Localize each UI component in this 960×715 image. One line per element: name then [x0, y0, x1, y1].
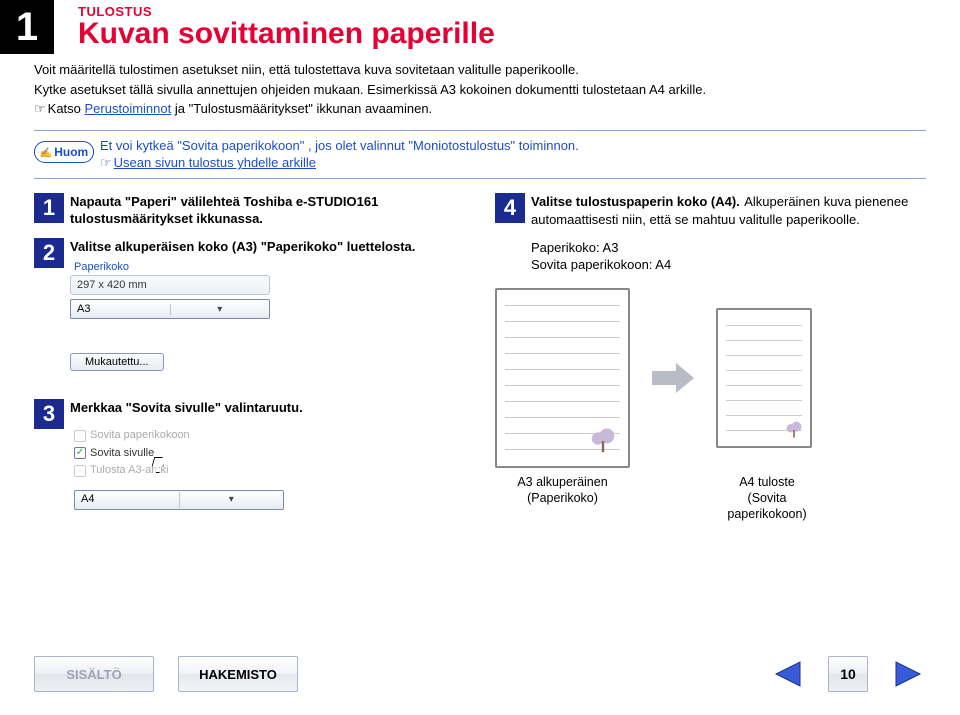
checkbox-icon[interactable]: [74, 430, 86, 442]
paperikoko-panel: Paperikoko 297 x 420 mm A3 ▾ Mukautettu.…: [70, 261, 320, 371]
contents-button[interactable]: SISÄLTÖ: [34, 656, 154, 692]
tree-icon: [784, 420, 804, 440]
hand-icon: ☞: [100, 154, 114, 172]
step-4-text: Valitse tulostuspaperin koko (A4).: [531, 194, 740, 209]
chevron-down-icon: ▾: [179, 492, 284, 508]
intro-p3-suffix: ja "Tulostusmääritykset" ikkunan avaamin…: [171, 101, 432, 116]
step-4-number: 4: [495, 193, 525, 223]
a4-sheet-icon: [716, 308, 812, 448]
step-2-text: Valitse alkuperäisen koko (A3) "Paperiko…: [70, 238, 465, 256]
intro-p2: Kytke asetukset tällä sivulla annettujen…: [34, 81, 926, 99]
intro-p3: ☞Katso Perustoiminnot ja "Tulostusmäärit…: [34, 100, 926, 118]
opt-tulosta-a3: Tulosta A3-arkki: [74, 462, 296, 480]
tree-icon: [588, 426, 618, 456]
note-badge: Huom: [34, 141, 94, 163]
fit-size-combo[interactable]: A4 ▾: [74, 490, 284, 510]
a3-sheet-icon: [495, 288, 630, 468]
step-3: 3 Merkkaa "Sovita sivulle" valintaruutu.…: [34, 399, 465, 519]
caption-a3: A3 alkuperäinen (Paperikoko): [495, 474, 630, 523]
index-button[interactable]: HAKEMISTO: [178, 656, 298, 692]
paper-size-combo[interactable]: A3 ▾: [70, 299, 270, 319]
intro-block: Voit määritellä tulostimen asetukset nii…: [34, 61, 926, 118]
step-3-text: Merkkaa "Sovita sivulle" valintaruutu.: [70, 399, 465, 417]
chevron-down-icon: ▾: [170, 304, 270, 315]
opt1-label: Sovita paperikokoon: [90, 427, 190, 445]
opt-sovita-sivulle[interactable]: ✓ Sovita sivulle: [74, 445, 296, 463]
fit-size-combo-value: A4: [75, 491, 179, 509]
step-1-text: Napauta "Paperi" välilehteä Toshiba e-ST…: [70, 193, 465, 228]
link-perustoiminnot[interactable]: Perustoiminnot: [85, 101, 172, 116]
chapter-number: 1: [0, 0, 54, 54]
step-2-number: 2: [34, 238, 64, 268]
hand-icon: ☞: [34, 100, 48, 118]
step-4: 4 Valitse tulostuspaperin koko (A4). Alk…: [495, 193, 926, 274]
step-1: 1 Napauta "Paperi" välilehteä Toshiba e-…: [34, 193, 465, 228]
arrow-right-icon: [652, 363, 694, 393]
paper-size-combo-value: A3: [71, 303, 170, 315]
step-1-number: 1: [34, 193, 64, 223]
paperikoko-label: Paperikoko: [74, 261, 320, 273]
paper-size-field: 297 x 420 mm: [70, 275, 270, 295]
triangle-right-icon: [894, 660, 924, 688]
intro-p3-prefix: Katso: [48, 101, 85, 116]
next-page-button[interactable]: [892, 658, 926, 690]
note-box: Huom Et voi kytkeä "Sovita paperikokoon"…: [34, 130, 926, 179]
checkbox-checked-icon[interactable]: ✓: [74, 447, 86, 459]
opt2-label: Sovita sivulle: [90, 445, 154, 463]
intro-p1: Voit määritellä tulostimen asetukset nii…: [34, 61, 926, 79]
sovita-panel: Sovita paperikokoon ✓ Sovita sivulle Tul…: [70, 423, 300, 520]
section-title: Kuvan sovittaminen paperille: [78, 17, 926, 51]
triangle-left-icon: [772, 660, 802, 688]
page-number: 10: [828, 656, 868, 692]
prev-page-button[interactable]: [770, 658, 804, 690]
step-4-info1: Paperikoko: A3: [531, 239, 926, 257]
fit-diagram: A3 alkuperäinen (Paperikoko) A4 tuloste …: [495, 288, 926, 523]
step-2: 2 Valitse alkuperäisen koko (A3) "Paperi…: [34, 238, 465, 372]
step-3-number: 3: [34, 399, 64, 429]
caption-a4: A4 tuloste (Sovita paperikokoon): [712, 474, 822, 523]
note-line1: Et voi kytkeä "Sovita paperikokoon" , jo…: [100, 137, 926, 155]
step-4-info2: Sovita paperikokoon: A4: [531, 256, 926, 274]
checkbox-icon[interactable]: [74, 465, 86, 477]
mukautettu-button[interactable]: Mukautettu...: [70, 353, 164, 371]
opt-sovita-paperikokoon: Sovita paperikokoon: [74, 427, 296, 445]
link-usean-sivun[interactable]: Usean sivun tulostus yhdelle arkille: [114, 155, 316, 170]
footer-bar: SISÄLTÖ HAKEMISTO 10: [34, 651, 926, 697]
